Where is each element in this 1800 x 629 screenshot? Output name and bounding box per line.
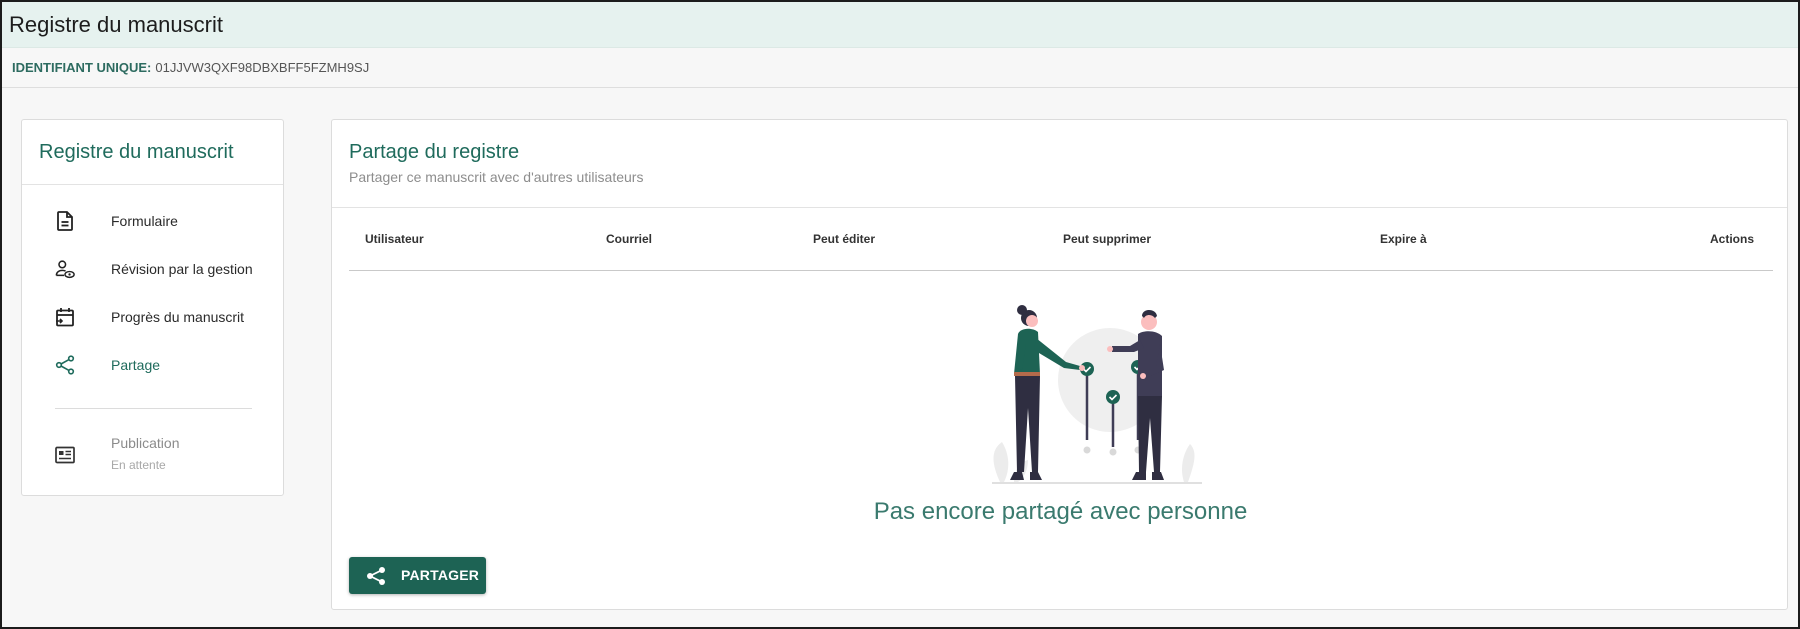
sidebar-item-formulaire[interactable]: Formulaire <box>22 201 285 241</box>
panel-header: Partage du registre Partager ce manuscri… <box>332 120 1787 208</box>
document-icon <box>55 211 75 231</box>
app-title: Registre du manuscrit <box>9 11 223 37</box>
identifier-label: IDENTIFIANT UNIQUE: <box>12 60 152 75</box>
column-header-peut-supprimer[interactable]: Peut supprimer <box>1063 232 1151 246</box>
share-button[interactable]: PARTAGER <box>349 557 486 594</box>
column-header-peut-editer[interactable]: Peut éditer <box>813 232 875 246</box>
sidebar-divider <box>55 408 252 409</box>
share-button-label: PARTAGER <box>401 567 480 583</box>
column-header-actions[interactable]: Actions <box>1710 232 1754 246</box>
app-window: Registre du manuscrit IDENTIFIANT UNIQUE… <box>0 0 1800 629</box>
publication-label: Publication <box>111 435 180 451</box>
empty-state-illustration <box>992 305 1202 484</box>
calendar-progress-icon <box>55 307 75 327</box>
column-header-courriel[interactable]: Courriel <box>606 232 652 246</box>
identifier-bar: IDENTIFIANT UNIQUE: 01JJVW3QXF98DBXBFF5F… <box>2 48 1798 88</box>
sidebar-item-revision[interactable]: Révision par la gestion <box>22 249 285 289</box>
publication-status: En attente <box>111 458 166 472</box>
panel-title: Partage du registre <box>349 141 520 163</box>
table-header: Utilisateur Courriel Peut éditer Peut su… <box>349 208 1773 271</box>
identifier-value: 01JJVW3QXF98DBXBFF5FZMH9SJ <box>155 60 370 75</box>
sidebar-title: Registre du manuscrit <box>22 120 283 185</box>
sidebar-item-label: Formulaire <box>111 213 178 229</box>
sidebar-item-partage[interactable]: Partage <box>22 345 285 385</box>
sidebar-item-publication: Publication En attente <box>22 433 285 477</box>
sidebar-item-label: Progrès du manuscrit <box>111 309 245 325</box>
empty-state-message: Pas encore partagé avec personne <box>873 498 1248 525</box>
share-icon <box>55 355 75 375</box>
app-header: Registre du manuscrit <box>2 2 1798 48</box>
sidebar-item-label: Révision par la gestion <box>111 261 253 277</box>
sharing-panel: Partage du registre Partager ce manuscri… <box>331 119 1788 610</box>
sidebar-item-progres[interactable]: Progrès du manuscrit <box>22 297 285 337</box>
sidebar-item-label: Partage <box>111 357 161 373</box>
column-header-utilisateur[interactable]: Utilisateur <box>365 232 424 246</box>
share-icon <box>366 566 386 586</box>
newspaper-icon <box>55 445 75 465</box>
sidebar: Registre du manuscrit Formulaire Révisio… <box>21 119 284 496</box>
column-header-expire[interactable]: Expire à <box>1380 232 1427 246</box>
panel-subtitle: Partager ce manuscrit avec d'autres util… <box>349 169 644 185</box>
user-review-icon <box>55 259 75 279</box>
